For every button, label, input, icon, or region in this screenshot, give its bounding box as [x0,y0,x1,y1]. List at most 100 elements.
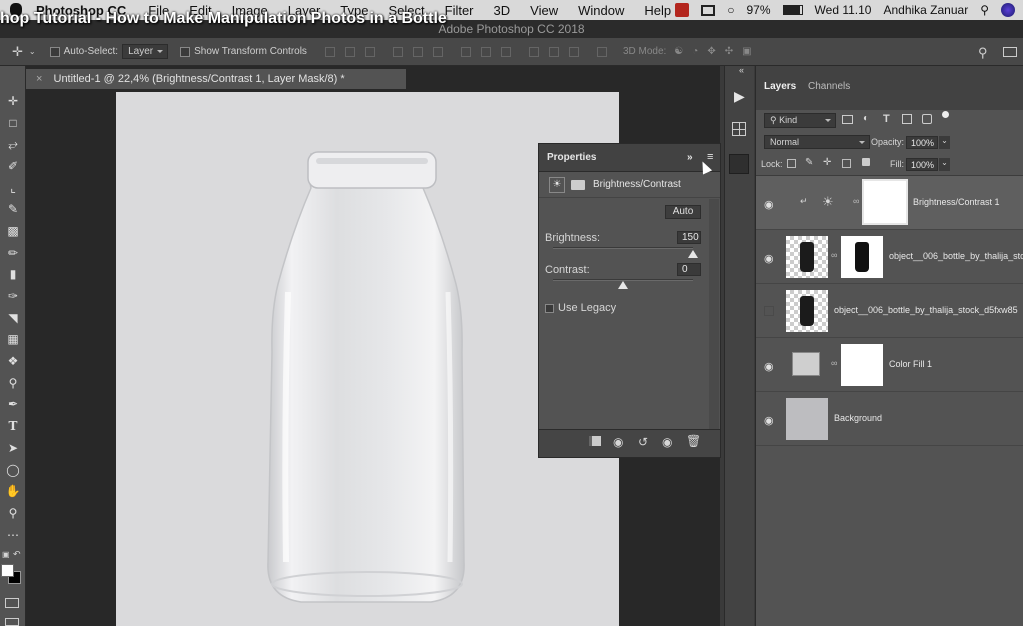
tab-channels[interactable]: Channels [808,81,850,92]
menu-3d[interactable]: 3D [494,3,511,18]
contrast-value-input[interactable]: 0 [677,263,701,276]
crop-tool-icon[interactable]: ⌞ [0,177,26,199]
mask-icon[interactable] [571,179,585,190]
opacity-chevron-icon[interactable]: ⌄ [939,136,950,149]
distribute-right-icon[interactable] [568,46,579,57]
gradient-tool-icon[interactable]: ▦ [0,329,26,351]
layer-row-bottle-hidden[interactable]: object__006_bottle_by_thalija_stock_d5fx… [756,284,1023,338]
lock-transparent-icon[interactable] [787,159,796,168]
lasso-tool-icon[interactable]: ⥂ [0,133,26,155]
menu-view[interactable]: View [530,3,558,18]
blur-tool-icon[interactable]: ❖ [0,350,26,372]
opacity-input[interactable]: 100% [906,136,938,149]
lock-position-icon[interactable]: ✛ [823,157,831,168]
clock[interactable]: Wed 11.10 [815,3,872,17]
filter-toggle-icon[interactable] [942,111,949,118]
layer-row-color-fill[interactable]: ◉ ∞ Color Fill 1 [756,338,1023,392]
align-left-icon[interactable] [392,46,403,57]
distribute-hcenter-icon[interactable] [548,46,559,57]
visibility-eye-icon[interactable]: ◉ [764,360,774,373]
filter-pixel-icon[interactable] [842,115,853,124]
menu-window[interactable]: Window [578,3,624,18]
search-icon[interactable]: ⚲ [978,45,988,61]
swap-colors-icon[interactable]: ↶ [13,549,21,560]
healing-brush-icon[interactable]: ▩ [0,220,26,242]
fill-input[interactable]: 100% [906,158,938,171]
distribute-left-icon[interactable] [528,46,539,57]
distribute-top-icon[interactable] [460,46,471,57]
align-vcenter-icon[interactable] [344,46,355,57]
tool-preset-chevron-icon[interactable]: ⌄ [29,47,36,56]
brightness-slider-thumb[interactable] [688,250,698,258]
align-top-icon[interactable] [324,46,335,57]
fill-swatch-thumbnail[interactable] [792,352,820,376]
foreground-color-swatch[interactable] [1,564,14,577]
auto-align-icon[interactable] [596,46,607,57]
more-tools-icon[interactable]: ⋯ [0,524,26,546]
layer-row-brightness-contrast[interactable]: ◉ ↵ ☀ ∞ Brightness/Contrast 1 [756,176,1023,230]
properties-scrollbar[interactable] [709,199,719,429]
reset-icon[interactable]: ↺ [638,435,648,449]
fill-chevron-icon[interactable]: ⌄ [939,158,950,171]
visibility-eye-icon[interactable]: ◉ [764,414,774,427]
spotlight-search-icon[interactable]: ⚲ [980,3,989,17]
quick-select-tool-icon[interactable]: ✐ [0,155,26,177]
clip-to-layer-icon[interactable] [589,436,601,446]
workspace-icon[interactable] [1003,47,1017,57]
default-colors-icon[interactable]: ▣ [2,550,10,559]
path-select-icon[interactable]: ➤ [0,437,26,459]
auto-button[interactable]: Auto [665,205,701,219]
actions-play-icon[interactable]: ▶ [734,88,745,105]
menu-help[interactable]: Help [644,3,671,18]
mask-link-icon[interactable]: ∞ [853,196,859,206]
brush-tool-icon[interactable]: ✏ [0,242,26,264]
zoom-tool-icon[interactable]: ⚲ [0,502,26,524]
align-hcenter-icon[interactable] [412,46,423,57]
pen-tool-icon[interactable]: ✒ [0,394,26,416]
brightness-value-input[interactable]: 150 [677,231,701,244]
quick-mask-icon[interactable] [5,598,19,608]
3d-pan-icon[interactable]: ✥ [707,46,715,57]
layer-mask-thumbnail[interactable] [841,344,883,386]
layer-row-background[interactable]: ◉ Background [756,392,1023,446]
expand-dock-icon[interactable]: « [739,65,744,75]
lock-artboard-icon[interactable] [842,159,851,168]
lock-all-icon[interactable] [862,158,870,166]
close-tab-icon[interactable]: × [36,73,42,85]
3d-orbit-icon[interactable]: ☯ [674,46,683,57]
filter-type-icon[interactable]: T [883,113,890,125]
screen-mode-icon[interactable] [5,618,19,626]
type-tool-icon[interactable]: T [0,415,26,437]
collapse-panel-icon[interactable]: » [687,152,693,163]
filter-adjustment-icon[interactable]: ◐ [863,113,869,124]
align-right-icon[interactable] [432,46,443,57]
distribute-vcenter-icon[interactable] [480,46,491,57]
status-red-icon[interactable] [675,3,690,17]
auto-select-checkbox[interactable] [49,46,60,57]
mask-link-icon[interactable]: ∞ [831,250,837,260]
stamp-tool-icon[interactable]: ▮ [0,264,26,286]
filter-kind-dropdown[interactable]: ⚲ Kind [764,113,836,128]
visibility-eye-icon[interactable]: ◉ [764,198,774,211]
auto-select-dropdown[interactable]: Layer [122,44,169,59]
hand-tool-icon[interactable]: ✋ [0,480,26,502]
3d-slide-icon[interactable]: ✣ [725,46,733,57]
3d-roll-icon[interactable]: ◔ [692,46,698,57]
layer-mask-thumbnail[interactable] [841,236,883,278]
siri-icon[interactable] [1001,3,1015,17]
menu-filter[interactable]: Filter [445,3,474,18]
lock-paint-icon[interactable]: ✎ [805,157,813,168]
screen-icon[interactable] [701,4,716,16]
distribute-bottom-icon[interactable] [500,46,511,57]
visibility-off-box[interactable] [764,306,774,316]
use-legacy-checkbox[interactable] [545,303,554,313]
visibility-eye-icon[interactable]: ◉ [662,435,672,449]
blend-mode-dropdown[interactable]: Normal [764,135,870,149]
shape-tool-icon[interactable]: ◯ [0,459,26,481]
dodge-tool-icon[interactable]: ⚲ [0,372,26,394]
brightness-slider-track[interactable] [553,247,693,249]
visibility-eye-icon[interactable]: ◉ [764,252,774,265]
move-tool-icon[interactable]: ✛ [0,90,26,112]
contrast-slider-thumb[interactable] [618,281,628,289]
filter-smart-object-icon[interactable] [922,114,932,124]
